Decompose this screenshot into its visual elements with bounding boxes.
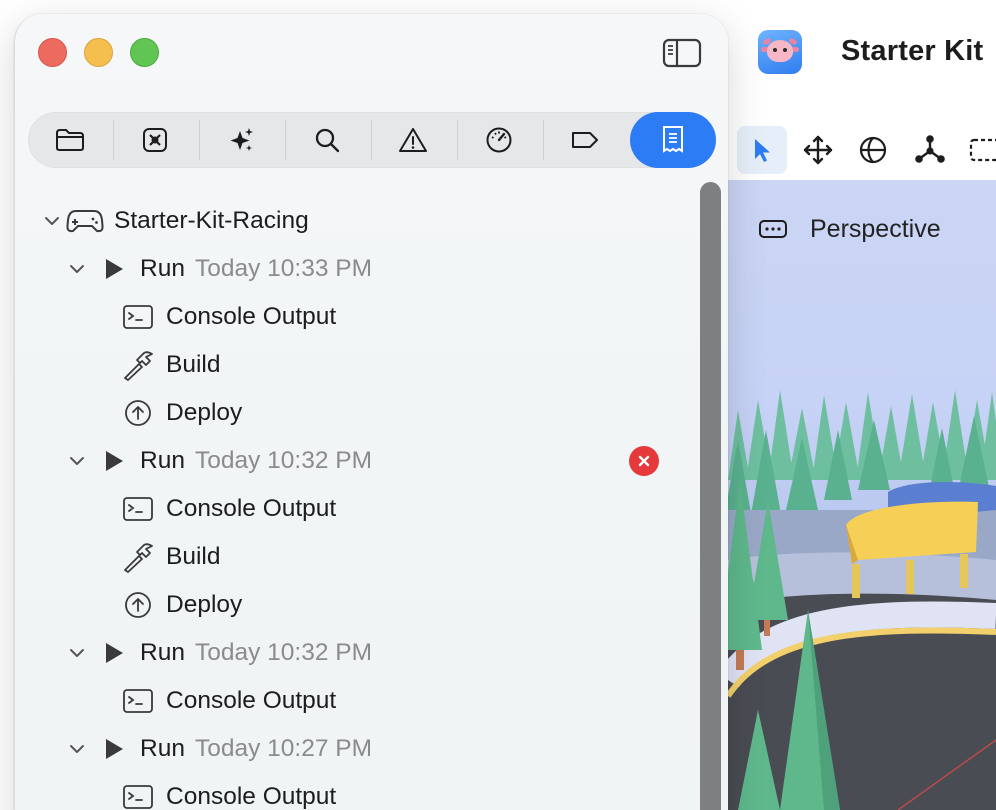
chevron-down-icon bbox=[70, 745, 84, 753]
xmark-icon bbox=[638, 455, 650, 467]
run-disclosure-chevron[interactable] bbox=[67, 259, 87, 279]
tree-row-console-output[interactable]: Console Output bbox=[122, 681, 336, 721]
run-disclosure-chevron[interactable] bbox=[67, 739, 87, 759]
sidebar-icon bbox=[662, 38, 702, 68]
upload-icon bbox=[122, 590, 154, 620]
tree-row-run[interactable]: Run Today 10:32 PM bbox=[102, 633, 372, 673]
tab-find[interactable] bbox=[286, 112, 368, 168]
tree-row-console-output[interactable]: Console Output bbox=[122, 777, 336, 810]
globe-icon bbox=[859, 136, 887, 164]
scene-viewport[interactable] bbox=[728, 180, 996, 810]
tab-reports[interactable] bbox=[630, 112, 716, 168]
item-label: Deploy bbox=[166, 591, 243, 618]
project-name: Starter-Kit-Racing bbox=[114, 207, 309, 234]
view-mode-control[interactable]: Perspective bbox=[758, 212, 941, 246]
tree-row-deploy[interactable]: Deploy bbox=[122, 393, 242, 433]
run-timestamp: Today 10:33 PM bbox=[194, 255, 373, 282]
tag-icon bbox=[572, 132, 598, 148]
play-icon bbox=[102, 642, 126, 664]
scene-render bbox=[728, 390, 996, 810]
run-label: Run bbox=[140, 639, 185, 666]
hammer-icon bbox=[122, 541, 154, 573]
rotate-tool-button[interactable] bbox=[848, 126, 898, 174]
folder-icon bbox=[56, 129, 84, 151]
marquee-tool-button[interactable] bbox=[960, 126, 996, 174]
scrollbar-thumb[interactable] bbox=[700, 182, 721, 810]
run-disclosure-chevron[interactable] bbox=[67, 451, 87, 471]
tab-tests[interactable] bbox=[458, 112, 540, 168]
chevron-down-icon bbox=[70, 457, 84, 465]
play-icon bbox=[102, 258, 126, 280]
search-icon bbox=[315, 128, 340, 153]
run-timestamp: Today 10:32 PM bbox=[194, 639, 373, 666]
move-icon bbox=[803, 135, 833, 165]
move-tool-button[interactable] bbox=[793, 126, 843, 174]
window-minimize-button[interactable] bbox=[84, 38, 113, 67]
item-label: Console Output bbox=[166, 783, 337, 810]
select-tool-button[interactable] bbox=[737, 126, 787, 174]
xmark-box-icon bbox=[143, 128, 167, 152]
chevron-down-icon bbox=[45, 217, 59, 225]
console-icon bbox=[122, 304, 154, 330]
sparkles-icon bbox=[230, 128, 253, 151]
tree-row-build[interactable]: Build bbox=[122, 345, 220, 385]
item-label: Console Output bbox=[166, 303, 337, 330]
error-badge bbox=[629, 446, 659, 476]
item-label: Build bbox=[166, 543, 221, 570]
console-icon bbox=[122, 496, 154, 522]
upload-icon bbox=[122, 398, 154, 428]
marquee-icon bbox=[969, 138, 996, 162]
window-close-button[interactable] bbox=[38, 38, 67, 67]
tree-row-console-output[interactable]: Console Output bbox=[122, 489, 336, 529]
console-icon bbox=[122, 688, 154, 714]
pointer-icon bbox=[755, 139, 770, 162]
view-mode-label: Perspective bbox=[810, 214, 941, 243]
item-label: Console Output bbox=[166, 495, 337, 522]
ellipsis-box-icon bbox=[759, 220, 787, 238]
play-icon bbox=[102, 450, 126, 472]
tab-source-control[interactable] bbox=[114, 112, 196, 168]
scale-tool-button[interactable] bbox=[905, 126, 955, 174]
tree-row-run[interactable]: Run Today 10:32 PM bbox=[102, 441, 372, 481]
chevron-down-icon bbox=[70, 265, 84, 273]
app-icon bbox=[758, 30, 802, 74]
project-disclosure-chevron[interactable] bbox=[42, 211, 62, 231]
item-label: Deploy bbox=[166, 399, 243, 426]
tree-row-build[interactable]: Build bbox=[122, 537, 220, 577]
tab-project-navigator[interactable] bbox=[29, 112, 111, 168]
chevron-down-icon bbox=[70, 649, 84, 657]
run-label: Run bbox=[140, 735, 185, 762]
item-label: Build bbox=[166, 351, 221, 378]
report-icon bbox=[663, 126, 683, 153]
tree-row-run[interactable]: Run Today 10:33 PM bbox=[102, 249, 372, 289]
run-label: Run bbox=[140, 255, 185, 282]
tab-breakpoints[interactable] bbox=[544, 112, 626, 168]
warning-icon bbox=[399, 128, 427, 152]
axes-icon bbox=[915, 135, 945, 163]
run-timestamp: Today 10:27 PM bbox=[194, 735, 373, 762]
console-icon bbox=[122, 784, 154, 810]
tab-assistant[interactable] bbox=[200, 112, 282, 168]
tree-row-run[interactable]: Run Today 10:27 PM bbox=[102, 729, 372, 769]
tab-issues[interactable] bbox=[372, 112, 454, 168]
window-zoom-button[interactable] bbox=[130, 38, 159, 67]
sidebar-toggle-button[interactable] bbox=[661, 36, 703, 70]
tree-row-console-output[interactable]: Console Output bbox=[122, 297, 336, 337]
gauge-icon bbox=[486, 127, 512, 153]
hammer-icon bbox=[122, 349, 154, 381]
run-disclosure-chevron[interactable] bbox=[67, 643, 87, 663]
window-title: Starter Kit bbox=[841, 35, 984, 67]
item-label: Console Output bbox=[166, 687, 337, 714]
tree-row-deploy[interactable]: Deploy bbox=[122, 585, 242, 625]
gamecontroller-icon bbox=[66, 208, 104, 234]
tree-row-project[interactable]: Starter-Kit-Racing bbox=[66, 201, 309, 241]
play-icon bbox=[102, 738, 126, 760]
run-label: Run bbox=[140, 447, 185, 474]
run-timestamp: Today 10:32 PM bbox=[194, 447, 373, 474]
